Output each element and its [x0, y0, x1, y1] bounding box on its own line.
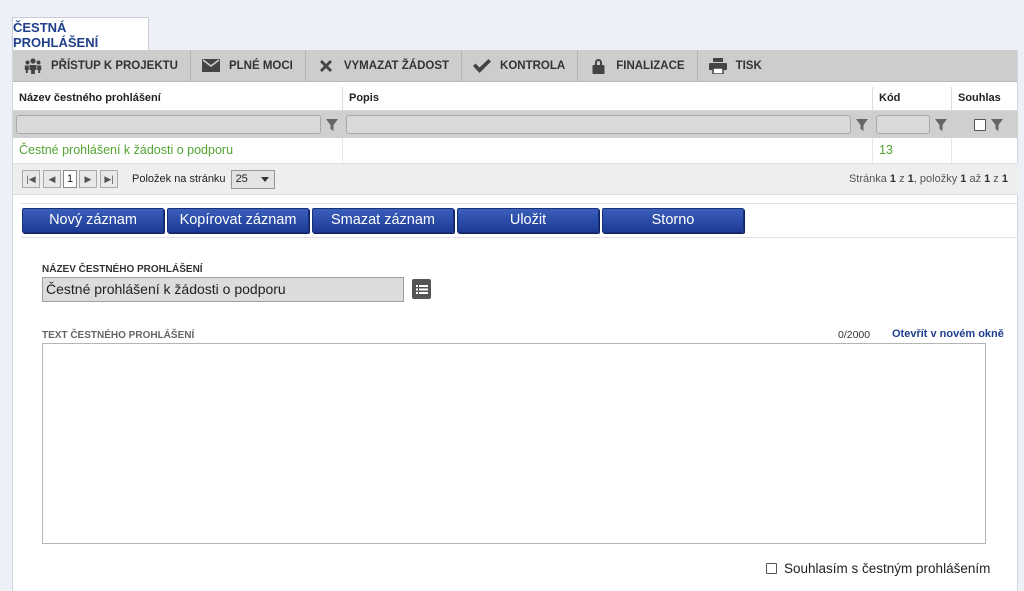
filter-icon[interactable]	[855, 118, 869, 132]
lock-icon	[588, 57, 608, 75]
text-field[interactable]	[42, 343, 986, 544]
divider	[21, 203, 1017, 204]
delete-application-label: VYMAZAT ŽÁDOST	[343, 59, 450, 72]
cancel-button[interactable]: Storno	[602, 208, 744, 233]
access-project-button[interactable]: PŘÍSTUP K PROJEKTU	[13, 50, 191, 81]
column-header-kod[interactable]: Kód	[873, 87, 952, 110]
check-button[interactable]: KONTROLA	[462, 50, 579, 81]
name-field-label: NÁZEV ČESTNÉHO PROHLÁŠENÍ	[42, 264, 203, 275]
new-record-button[interactable]: Nový záznam	[22, 208, 164, 233]
per-page-label: Položek na stránku	[132, 173, 226, 185]
char-counter: 0/2000	[838, 329, 871, 341]
check-icon	[472, 57, 492, 75]
filter-icon[interactable]	[990, 118, 1004, 132]
grid-header: Název čestného prohlášení Popis Kód Souh…	[13, 87, 1018, 111]
per-page-select[interactable]: 25	[230, 169, 275, 189]
first-page-button[interactable]: |◀	[22, 170, 40, 188]
toolbar: PŘÍSTUP K PROJEKTU PLNÉ MOCI VYMAZAT ŽÁD…	[13, 50, 1017, 82]
list-picker-button[interactable]	[412, 279, 431, 299]
save-button[interactable]: Uložit	[457, 208, 599, 233]
page-number-input[interactable]: 1	[63, 170, 77, 188]
copy-record-button[interactable]: Kopírovat záznam	[167, 208, 309, 233]
text-field-label: TEXT ČESTNÉHO PROHLÁŠENÍ	[42, 330, 195, 341]
print-button[interactable]: TISK	[698, 50, 774, 81]
declarations-grid: Název čestného prohlášení Popis Kód Souh…	[13, 87, 1018, 195]
list-icon	[415, 284, 428, 294]
column-header-popis[interactable]: Popis	[343, 87, 873, 110]
print-label: TISK	[735, 59, 762, 72]
next-page-button[interactable]: ▶	[79, 170, 97, 188]
finalize-label: FINALIZACE	[616, 59, 685, 72]
cell-popis[interactable]	[343, 138, 873, 163]
name-field[interactable]: Čestné prohlášení k žádosti o podporu	[42, 277, 404, 302]
table-row[interactable]: Čestné prohlášení k žádosti o podporu 13	[13, 138, 1018, 164]
finalize-button[interactable]: FINALIZACE	[578, 50, 698, 81]
last-page-button[interactable]: ▶|	[100, 170, 118, 188]
filter-input-kod[interactable]	[876, 115, 930, 134]
agree-checkbox-row[interactable]: Souhlasím s čestným prohlášením	[766, 561, 990, 576]
power-of-attorney-label: PLNÉ MOCI	[228, 59, 293, 72]
delete-record-button[interactable]: Smazat záznam	[312, 208, 454, 233]
power-of-attorney-button[interactable]: PLNÉ MOCI	[191, 50, 306, 81]
prev-page-button[interactable]: ◀	[43, 170, 61, 188]
open-new-window-link[interactable]: Otevřít v novém okně	[892, 328, 1004, 340]
envelope-icon	[201, 57, 221, 75]
access-project-label: PŘÍSTUP K PROJEKTU	[51, 59, 178, 72]
filter-input-popis[interactable]	[346, 115, 851, 134]
cell-kod[interactable]: 13	[873, 138, 952, 163]
pager: |◀ ◀ 1 ▶ ▶| Položek na stránku 25 Stránk…	[13, 164, 1018, 195]
cell-nazev[interactable]: Čestné prohlášení k žádosti o podporu	[13, 138, 343, 163]
per-page-value: 25	[235, 173, 248, 185]
caret-down-icon	[260, 176, 269, 182]
agree-checkbox[interactable]	[766, 563, 777, 574]
grid-filter-row	[13, 111, 1018, 138]
divider	[21, 237, 1017, 238]
column-header-souhlas[interactable]: Souhlas	[952, 87, 1018, 110]
delete-application-button[interactable]: VYMAZAT ŽÁDOST	[306, 50, 463, 81]
filter-input-nazev[interactable]	[16, 115, 321, 134]
filter-checkbox-souhlas[interactable]	[974, 118, 986, 131]
action-buttons: Nový záznam Kopírovat záznam Smazat zázn…	[22, 208, 747, 233]
filter-icon[interactable]	[325, 118, 339, 132]
tab-cestna-prohlaseni[interactable]: ČESTNÁ PROHLÁŠENÍ	[12, 17, 149, 51]
agree-label: Souhlasím s čestným prohlášením	[784, 561, 991, 576]
cell-souhlas[interactable]	[952, 138, 1018, 163]
pager-info: Stránka 1 z 1, položky 1 až 1 z 1	[848, 173, 1008, 185]
main-panel: PŘÍSTUP K PROJEKTU PLNÉ MOCI VYMAZAT ŽÁD…	[12, 50, 1018, 591]
column-header-nazev[interactable]: Název čestného prohlášení	[13, 87, 343, 110]
check-label: KONTROLA	[500, 59, 566, 72]
filter-icon[interactable]	[934, 118, 948, 132]
people-icon	[23, 57, 43, 75]
x-icon	[316, 57, 336, 75]
printer-icon	[708, 57, 728, 75]
